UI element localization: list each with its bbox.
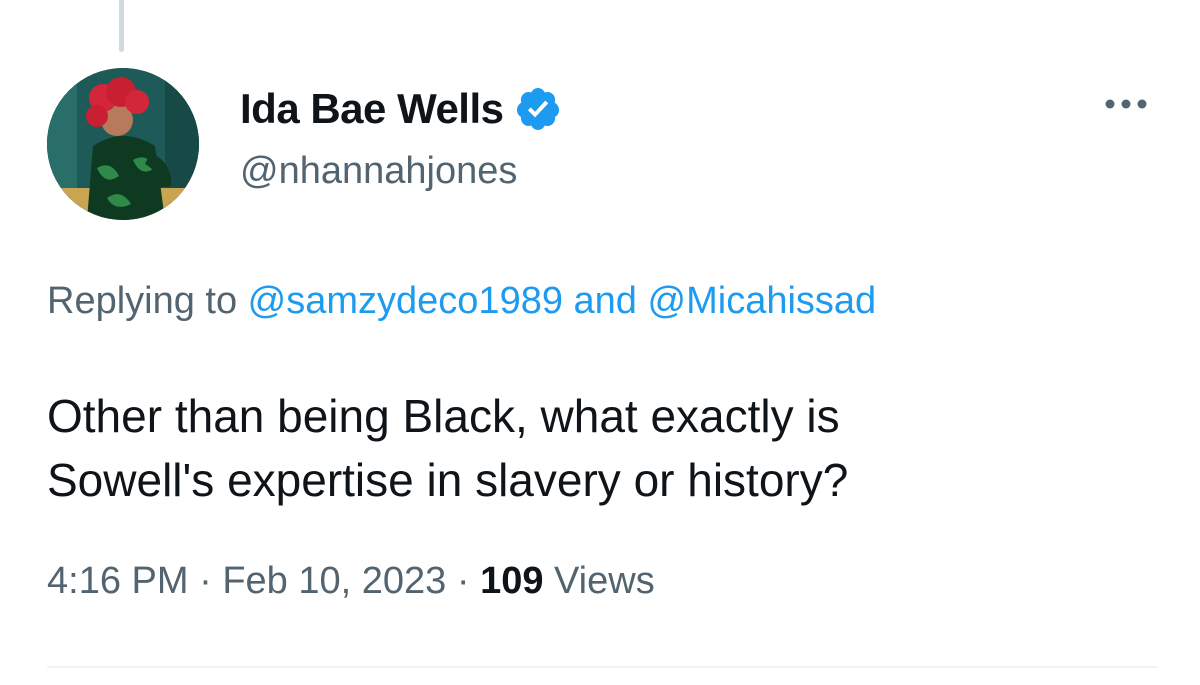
tweet-date[interactable]: Feb 10, 2023 <box>222 560 446 602</box>
divider <box>47 666 1157 668</box>
author-display-name[interactable]: Ida Bae Wells <box>240 85 504 133</box>
mention-link-micahissad[interactable]: @Micahissad <box>648 280 877 322</box>
meta-separator: · <box>188 560 223 602</box>
author-handle[interactable]: @nhannahjones <box>240 150 517 193</box>
views-count: 109 <box>480 560 544 602</box>
mention-link-samzydeco1989[interactable]: @samzydeco1989 <box>248 280 563 322</box>
meta-separator: · <box>446 560 481 602</box>
reply-context-joiner[interactable]: and <box>563 280 648 322</box>
tweet-text-line-2: Sowell's expertise in slavery or history… <box>47 454 849 506</box>
reply-context: Replying to @samzydeco1989 and @Micahiss… <box>47 280 876 323</box>
tweet-detail: Ida Bae Wells @nhannahjones Replying to … <box>0 0 1200 685</box>
views-label: Views <box>543 560 655 602</box>
thread-connector-line <box>119 0 124 52</box>
more-options-button[interactable] <box>1096 92 1156 116</box>
profile-photo-icon <box>47 68 199 220</box>
tweet-metadata: 4:16 PM · Feb 10, 2023 · 109 Views <box>47 560 655 603</box>
more-horizontal-icon <box>1105 99 1147 109</box>
author-name-row[interactable]: Ida Bae Wells <box>240 84 562 134</box>
avatar[interactable] <box>47 68 199 220</box>
tweet-text-line-1: Other than being Black, what exactly is <box>47 390 840 442</box>
tweet-time[interactable]: 4:16 PM <box>47 560 189 602</box>
reply-context-prefix: Replying to <box>47 280 248 322</box>
tweet-text: Other than being Black, what exactly is … <box>47 384 1157 512</box>
verified-badge-icon <box>514 85 562 133</box>
